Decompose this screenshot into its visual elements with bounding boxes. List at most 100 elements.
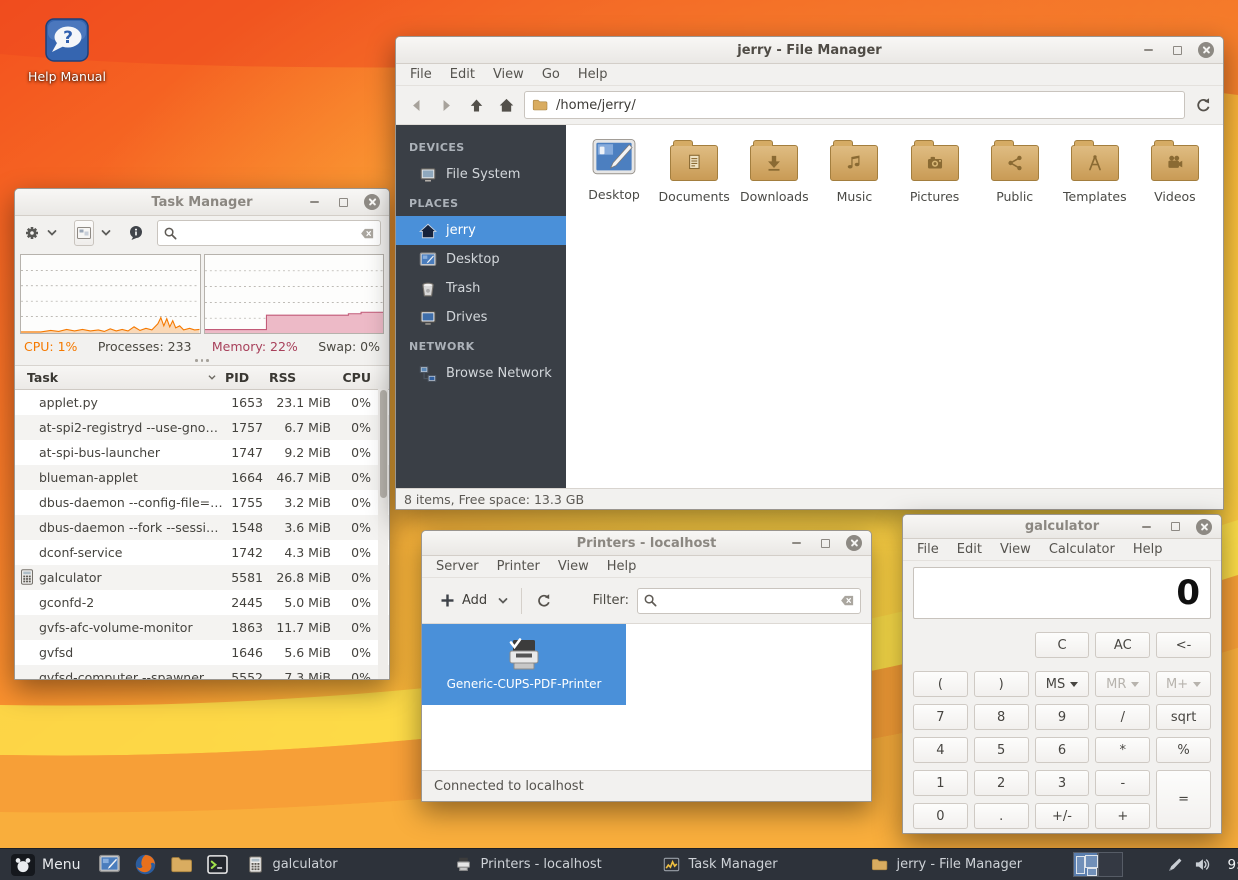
settings-button[interactable] [23, 221, 40, 245]
menu-item[interactable]: Help [570, 64, 616, 85]
refresh-button[interactable] [532, 589, 556, 613]
file-view[interactable]: Desktop Documents Downloads [566, 125, 1223, 488]
calc-key[interactable]: / [1095, 704, 1150, 730]
add-dropdown[interactable] [495, 589, 511, 613]
file-icon-item[interactable]: Downloads [734, 137, 814, 223]
galculator-titlebar[interactable]: galculator [903, 515, 1221, 539]
calc-key[interactable]: M+ [1156, 671, 1211, 697]
calc-key[interactable]: C [1035, 632, 1090, 658]
process-row[interactable]: blueman-applet 1664 46.7 MiB 0% [15, 465, 389, 490]
sidebar-item[interactable]: jerry [396, 216, 566, 245]
forward-button[interactable] [434, 93, 458, 117]
close-button[interactable] [1196, 519, 1212, 535]
calc-key[interactable]: 5 [974, 737, 1029, 763]
sidebar-item[interactable]: Trash [396, 274, 566, 303]
menu-item[interactable]: View [485, 64, 532, 85]
maximize-button[interactable] [817, 535, 833, 551]
menu-item[interactable]: Server [428, 556, 487, 577]
menu-item[interactable]: Edit [949, 539, 990, 560]
calc-key[interactable]: . [974, 803, 1029, 829]
file-icon-item[interactable]: Music [814, 137, 894, 223]
calc-key[interactable]: 6 [1035, 737, 1090, 763]
workspace-1[interactable] [1073, 852, 1098, 877]
calc-key[interactable]: 9 [1035, 704, 1090, 730]
file-icon-item[interactable]: Public [975, 137, 1055, 223]
calc-key[interactable]: + [1095, 803, 1150, 829]
process-row[interactable]: dconf-service 1742 4.3 MiB 0% [15, 540, 389, 565]
pane-resize-handle[interactable] [15, 355, 389, 365]
clock[interactable]: 9:09:42 pm [1227, 857, 1238, 873]
process-row[interactable]: gvfsd-computer --spawner :1.10... 5552 7… [15, 665, 389, 681]
calc-key[interactable]: 1 [913, 770, 968, 796]
launcher-icon[interactable] [98, 853, 121, 876]
maximize-button[interactable] [335, 194, 351, 210]
file-manager-titlebar[interactable]: jerry - File Manager [396, 37, 1223, 64]
column-pid[interactable]: PID [223, 370, 267, 385]
volume-icon[interactable] [1194, 856, 1211, 873]
column-cpu[interactable]: CPU [335, 370, 375, 385]
close-button[interactable] [364, 194, 380, 210]
launcher-icon[interactable] [170, 853, 193, 876]
menu-item[interactable]: Printer [489, 556, 548, 577]
file-icon-item[interactable]: Templates [1055, 137, 1135, 223]
launcher-icon[interactable] [206, 853, 229, 876]
calc-key[interactable]: +/- [1035, 803, 1090, 829]
applications-menu-button[interactable]: Menu [7, 852, 84, 878]
process-row[interactable]: dbus-daemon --fork --session --... 1548 … [15, 515, 389, 540]
calc-key[interactable]: 2 [974, 770, 1029, 796]
close-button[interactable] [1198, 42, 1214, 58]
minimize-button[interactable] [1138, 519, 1154, 535]
menu-item[interactable]: File [402, 64, 440, 85]
calc-key[interactable]: * [1095, 737, 1150, 763]
file-icon-item[interactable]: Videos [1135, 137, 1215, 223]
printers-view[interactable]: Generic-CUPS-PDF-Printer [422, 624, 871, 770]
taskbar-window-button[interactable]: Printers - localhost [449, 852, 657, 877]
process-row[interactable]: applet.py 1653 23.1 MiB 0% [15, 390, 389, 415]
desktop-icon-help-manual[interactable]: ? Help Manual [19, 16, 115, 84]
calc-key[interactable]: ) [974, 671, 1029, 697]
process-row[interactable]: at-spi2-registryd --use-gnome-s... 1757 … [15, 415, 389, 440]
sidebar-item[interactable]: File System [396, 160, 566, 189]
add-printer-button[interactable]: Add [432, 588, 495, 613]
clear-icon[interactable] [360, 226, 375, 241]
calc-key[interactable]: 7 [913, 704, 968, 730]
path-input[interactable] [554, 97, 1177, 114]
calc-key[interactable]: 4 [913, 737, 968, 763]
process-table-header[interactable]: Task PID RSS CPU [15, 365, 389, 390]
menu-item[interactable]: Help [1125, 539, 1171, 560]
taskbar-window-button[interactable]: galculator [241, 852, 449, 877]
calc-key[interactable]: 0 [913, 803, 968, 829]
menu-item[interactable]: View [550, 556, 597, 577]
calc-key[interactable]: % [1156, 737, 1211, 763]
calc-key[interactable]: sqrt [1156, 704, 1211, 730]
calc-key[interactable]: 3 [1035, 770, 1090, 796]
process-row[interactable]: at-spi-bus-launcher 1747 9.2 MiB 0% [15, 440, 389, 465]
file-icon-item[interactable]: Documents [654, 137, 734, 223]
process-row[interactable]: dbus-daemon --config-file=/etc/... 1755 … [15, 490, 389, 515]
calc-key[interactable]: MS [1035, 671, 1090, 697]
menu-item[interactable]: View [992, 539, 1039, 560]
task-manager-titlebar[interactable]: Task Manager [15, 189, 389, 216]
reload-button[interactable] [1191, 93, 1215, 117]
process-row[interactable]: gvfs-afc-volume-monitor 1863 11.7 MiB 0% [15, 615, 389, 640]
maximize-button[interactable] [1167, 519, 1183, 535]
sidebar-item[interactable]: Drives [396, 303, 566, 332]
back-button[interactable] [404, 93, 428, 117]
pen-icon[interactable] [1167, 856, 1184, 873]
task-search-input[interactable] [182, 225, 356, 242]
home-button[interactable] [494, 93, 518, 117]
calc-key[interactable]: AC [1095, 632, 1150, 658]
file-icon-item[interactable]: Desktop [574, 137, 654, 223]
workspace-switcher[interactable] [1073, 852, 1123, 877]
menu-item[interactable]: File [909, 539, 947, 560]
minimize-button[interactable] [788, 535, 804, 551]
printer-item-selected[interactable]: Generic-CUPS-PDF-Printer [422, 624, 626, 705]
close-button[interactable] [846, 535, 862, 551]
calc-key[interactable]: = [1156, 770, 1211, 829]
sidebar-item[interactable]: Desktop [396, 245, 566, 274]
calc-key[interactable]: MR [1095, 671, 1150, 697]
about-button[interactable] [128, 221, 145, 245]
column-task[interactable]: Task [15, 370, 223, 385]
calc-key[interactable]: 8 [974, 704, 1029, 730]
filter-input[interactable] [662, 592, 836, 609]
